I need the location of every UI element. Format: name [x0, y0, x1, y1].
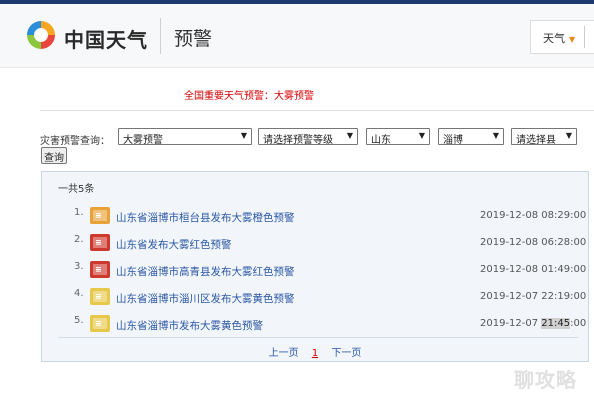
alert-title-link[interactable]: 山东省淄博市桓台县发布大雾橙色预警	[116, 210, 295, 225]
page-title: 预警	[174, 28, 213, 50]
fog-yellow-alert-icon: ≡	[90, 315, 110, 332]
list-item: 2. ≡ 山东省发布大雾红色预警 2019-12-08 06:28:00	[42, 233, 588, 257]
brand-name[interactable]: 中国天气	[64, 24, 148, 53]
query-button[interactable]: 查询	[41, 147, 67, 164]
alert-time: 2019-12-08 08:29:00	[480, 210, 587, 221]
list-item: 3. ≡ 山东省淄博市高青县发布大雾红色预警 2019-12-08 01:49:…	[42, 260, 588, 284]
alert-time: 2019-12-08 01:49:00	[480, 264, 587, 275]
pager-divider	[58, 337, 578, 338]
dropdown-arrow-icon: ▼	[240, 131, 247, 140]
results-panel: 一共5条 1. ≡ 山东省淄博市桓台县发布大雾橙色预警 2019-12-08 0…	[41, 171, 589, 362]
city-select[interactable]: 淄博 ▼	[438, 128, 504, 146]
dropdown-arrow-icon: ▼	[565, 131, 572, 140]
item-number: 3.	[74, 261, 84, 272]
province-select[interactable]: 山东 ▼	[366, 128, 430, 146]
prev-page-link[interactable]: 上一页	[269, 348, 299, 359]
logo-divider	[160, 18, 161, 54]
alert-time-seconds: :00	[570, 318, 587, 329]
weather-menu-label: 天气	[543, 32, 565, 45]
item-number: 5.	[74, 315, 84, 326]
alert-time-highlight: 21:45	[541, 318, 571, 329]
list-item: 5. ≡ 山东省淄博市发布大雾黄色预警 2019-12-07 21:45:00	[42, 314, 588, 338]
alert-title-link[interactable]: 山东省淄博市淄川区发布大雾黄色预警	[116, 291, 295, 306]
item-number: 1.	[74, 207, 84, 218]
alert-level-value: 请选择预警等级	[263, 135, 333, 146]
logo-swirl-icon[interactable]	[24, 18, 58, 52]
alert-level-select[interactable]: 请选择预警等级 ▼	[258, 128, 358, 146]
result-count: 一共5条	[58, 184, 95, 195]
fog-yellow-alert-icon: ≡	[90, 288, 110, 305]
county-select[interactable]: 请选择县 ▼	[511, 128, 577, 146]
item-number: 2.	[74, 234, 84, 245]
national-alert-link[interactable]: 全国重要天气预警：大雾预警	[184, 87, 314, 102]
dropdown-arrow-icon: ▼	[346, 131, 353, 140]
alert-time: 2019-12-08 06:28:00	[480, 237, 587, 248]
alert-type-value: 大雾预警	[123, 135, 163, 146]
item-number: 4.	[74, 288, 84, 299]
alert-title-link[interactable]: 山东省发布大雾红色预警	[116, 237, 232, 252]
alert-time-date: 2019-12-07	[480, 318, 542, 329]
city-value: 淄博	[443, 135, 463, 146]
dropdown-arrow-icon: ▼	[492, 131, 499, 140]
caret-down-icon: ▼	[569, 35, 576, 44]
page-number-current[interactable]: 1	[312, 348, 318, 359]
next-page-link[interactable]: 下一页	[331, 348, 361, 359]
list-item: 1. ≡ 山东省淄博市桓台县发布大雾橙色预警 2019-12-08 08:29:…	[42, 206, 588, 230]
fog-red-alert-icon: ≡	[90, 234, 110, 251]
alert-time: 2019-12-07 21:45:00	[480, 318, 586, 329]
fog-red-alert-icon: ≡	[90, 261, 110, 278]
site-header: 中国天气 预警 天气 ▼	[0, 4, 594, 68]
list-item: 4. ≡ 山东省淄博市淄川区发布大雾黄色预警 2019-12-07 22:19:…	[42, 287, 588, 311]
section-divider	[40, 110, 594, 111]
watermark: 聊攻略	[514, 368, 577, 392]
alert-title-link[interactable]: 山东省淄博市高青县发布大雾红色预警	[116, 264, 295, 279]
alert-title-link[interactable]: 山东省淄博市发布大雾黄色预警	[116, 318, 263, 333]
province-value: 山东	[371, 135, 391, 146]
pagination: 上一页 1 下一页	[42, 344, 588, 359]
header-divider	[584, 26, 585, 48]
fog-orange-alert-icon: ≡	[90, 207, 110, 224]
query-label: 灾害预警查询：	[40, 136, 110, 147]
alert-time: 2019-12-07 22:19:00	[480, 291, 587, 302]
dropdown-arrow-icon: ▼	[418, 131, 425, 140]
county-value: 请选择县	[516, 135, 556, 146]
alert-type-select[interactable]: 大雾预警 ▼	[118, 128, 252, 146]
